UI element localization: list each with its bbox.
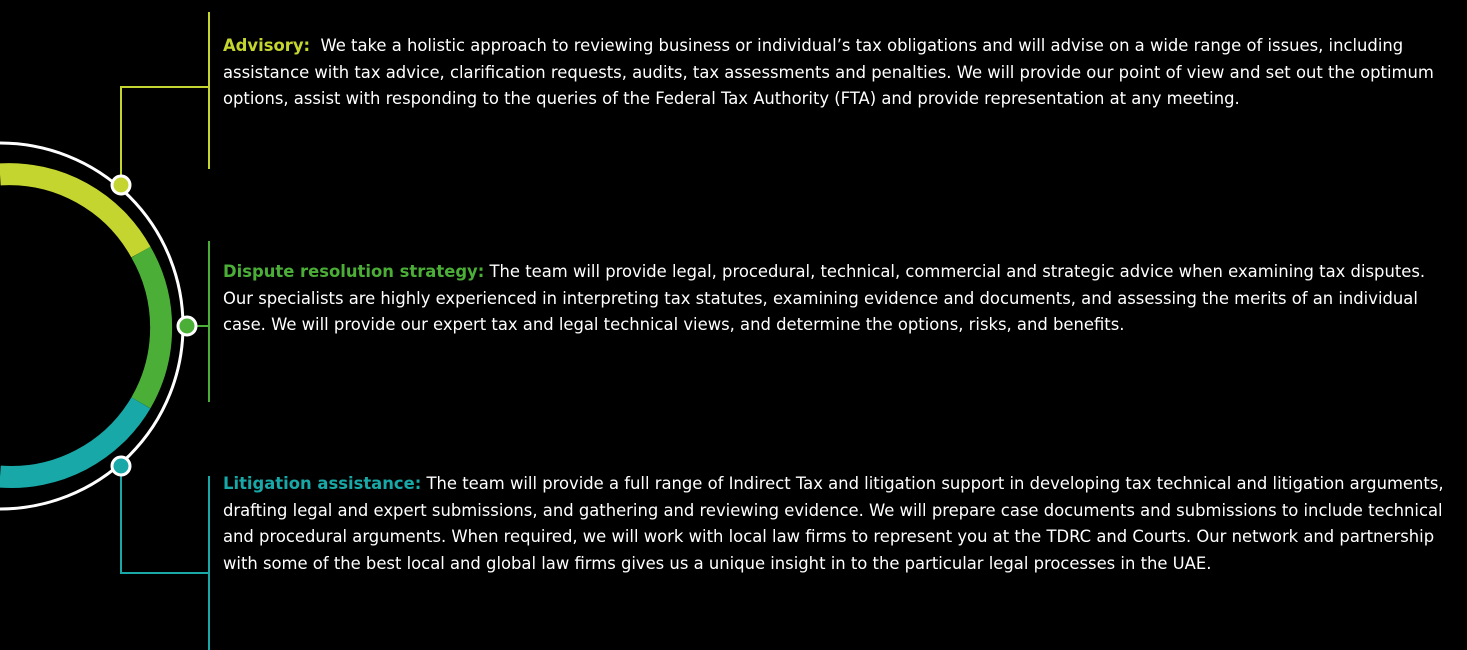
service-litigation: Litigation assistance: The team will pro… xyxy=(223,471,1455,577)
connector-litigation xyxy=(120,466,209,574)
service-dispute: Dispute resolution strategy: The team wi… xyxy=(223,259,1455,339)
service-title-advisory: Advisory: xyxy=(223,36,311,55)
service-title-dispute: Dispute resolution strategy: xyxy=(223,262,485,281)
node-dispute xyxy=(176,315,198,337)
node-advisory xyxy=(110,174,132,196)
service-title-litigation: Litigation assistance: xyxy=(223,474,422,493)
service-body-advisory: We take a holistic approach to reviewing… xyxy=(223,36,1434,108)
node-litigation xyxy=(110,455,132,477)
connector-advisory xyxy=(120,86,209,185)
arc-segment-dispute xyxy=(131,246,173,409)
service-advisory: Advisory: We take a holistic approach to… xyxy=(223,33,1455,113)
